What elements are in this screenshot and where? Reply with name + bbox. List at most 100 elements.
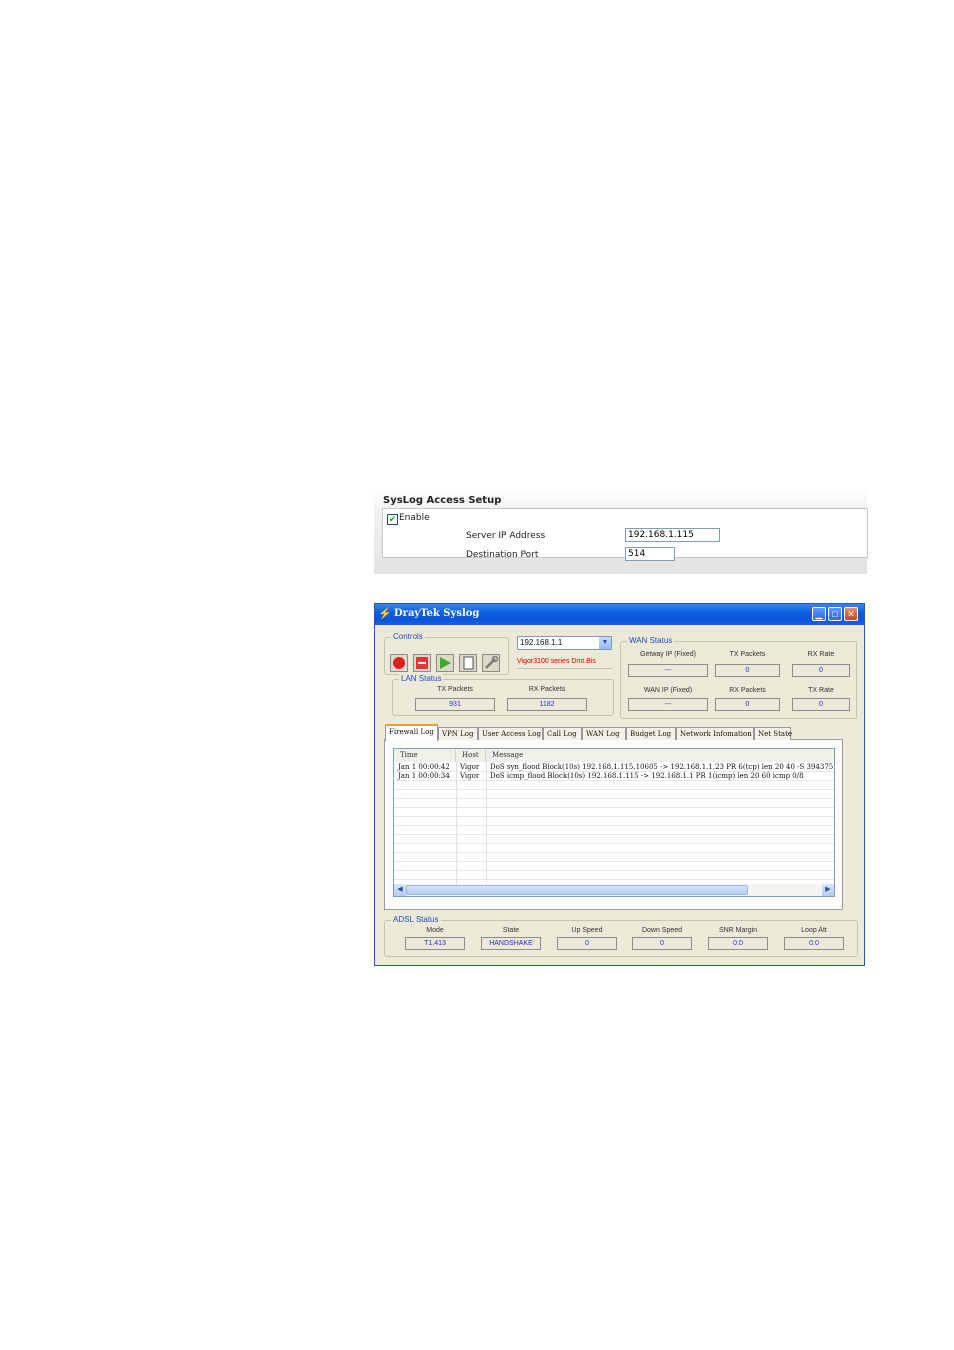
minimize-button[interactable]: ▁ — [812, 607, 826, 621]
wan-tx-packets-label: TX Packets — [729, 651, 766, 658]
tab-budget-log[interactable]: Budget Log — [626, 727, 676, 740]
destination-port-input[interactable] — [625, 547, 675, 561]
wan-tx-rate-label: TX Rate — [808, 687, 834, 694]
lan-rx-label: RX Packets — [528, 686, 566, 693]
adsl-mode-label: Mode — [426, 927, 444, 934]
wan-ip-value: --- — [628, 698, 708, 711]
controls-label: Controls — [391, 632, 425, 641]
wrench-icon — [485, 655, 499, 669]
row-divider — [394, 861, 834, 862]
row-divider — [394, 816, 834, 817]
syslog-setup-title: SysLog Access Setup — [383, 495, 502, 506]
wan-rx-packets-value: 0 — [715, 698, 780, 711]
adsl-state-label: State — [502, 927, 520, 934]
record-button[interactable] — [390, 654, 408, 672]
adsl-up-speed-value: 0 — [557, 937, 617, 950]
play-icon — [440, 657, 451, 669]
server-ip-label: Server IP Address — [466, 531, 546, 541]
device-ip-select[interactable]: 192.168.1.1 ▼ — [517, 636, 612, 650]
row-divider — [394, 807, 834, 808]
row-divider — [394, 798, 834, 799]
scrollbar-thumb[interactable] — [406, 885, 748, 895]
server-ip-input[interactable] — [625, 528, 720, 542]
log-message: DoS syn_flood Block(10s) 192.168.1.115,1… — [490, 763, 835, 771]
adsl-down-speed-label: Down Speed — [641, 927, 683, 934]
play-button[interactable] — [436, 654, 454, 672]
row-divider — [394, 852, 834, 853]
chevron-right-icon[interactable]: ▶ — [822, 884, 834, 896]
stop-icon — [416, 657, 428, 669]
row-divider — [394, 879, 834, 880]
log-time: Jan 1 00:00:42 — [398, 763, 450, 771]
clear-button[interactable] — [459, 654, 477, 672]
enable-checkbox[interactable]: ✔ — [387, 514, 398, 525]
row-divider — [394, 780, 834, 781]
row-divider — [394, 843, 834, 844]
wan-gateway-label: Getway IP (Fixed) — [640, 651, 696, 658]
settings-button[interactable] — [482, 654, 500, 672]
wan-status-label: WAN Status — [627, 636, 675, 645]
lan-status-label: LAN Status — [399, 674, 444, 683]
horizontal-scrollbar[interactable]: ◀ ▶ — [394, 884, 834, 896]
row-divider — [394, 825, 834, 826]
log-host: Vigor — [460, 763, 480, 771]
syslog-access-setup-panel: SysLog Access Setup ✔ Enable Server IP A… — [374, 489, 868, 574]
chevron-left-icon[interactable]: ◀ — [394, 884, 406, 896]
model-divider — [517, 668, 612, 669]
tab-network-information[interactable]: Network Infomation — [676, 727, 754, 740]
tab-net-state[interactable]: Net State — [754, 727, 792, 740]
tab-vpn-log[interactable]: VPN Log — [438, 727, 478, 740]
tab-wan-log[interactable]: WAN Log — [582, 727, 626, 740]
close-icon: ✕ — [847, 609, 855, 619]
maximize-button[interactable]: □ — [828, 607, 842, 621]
wan-rx-packets-label: RX Packets — [729, 687, 766, 694]
record-icon — [393, 657, 405, 669]
minimize-icon: ▁ — [815, 609, 823, 619]
adsl-snr-margin-value: 0.0 — [708, 937, 768, 950]
app-icon: ⚡ — [378, 608, 392, 620]
lan-tx-value: 931 — [415, 698, 495, 711]
row-divider — [394, 870, 834, 871]
maximize-icon: □ — [832, 609, 838, 619]
adsl-loop-att-value: 0.0 — [784, 937, 844, 950]
tab-call-log[interactable]: Call Log — [543, 727, 582, 740]
wan-tx-rate-value: 0 — [792, 698, 850, 711]
enable-label: Enable — [399, 513, 430, 523]
firewall-log-list[interactable]: Time Host Message Jan 1 00:00:42 Vigor D… — [393, 748, 835, 897]
wan-ip-label: WAN IP (Fixed) — [643, 687, 693, 694]
adsl-status-label: ADSL Status — [391, 915, 441, 924]
device-ip-value: 192.168.1.1 — [520, 638, 563, 647]
wan-rx-rate-label: RX Rate — [807, 651, 835, 658]
wan-rx-rate-value: 0 — [792, 664, 850, 677]
syslog-setup-body: ✔ Enable Server IP Address Destination P… — [382, 508, 868, 561]
row-divider — [394, 834, 834, 835]
column-header-time[interactable]: Time — [394, 749, 456, 762]
window-titlebar[interactable]: ⚡ DrayTek Syslog ▁ □ ✕ — [375, 604, 864, 625]
tab-user-access-log[interactable]: User Access Log — [478, 727, 543, 740]
document-icon — [463, 656, 474, 670]
close-button[interactable]: ✕ — [844, 607, 858, 621]
adsl-loop-att-label: Loop Att — [801, 927, 827, 934]
adsl-mode-value: T1.413 — [405, 937, 465, 950]
adsl-up-speed-label: Up Speed — [571, 927, 603, 934]
lan-tx-label: TX Packets — [437, 686, 473, 693]
row-divider — [394, 789, 834, 790]
column-header-message[interactable]: Message — [486, 749, 834, 762]
device-model-text: Vigor3100 series Dmt.Bis — [517, 658, 596, 665]
log-message: DoS icmp_flood Block(10s) 192.168.1.115 … — [490, 772, 804, 780]
wan-tx-packets-value: 0 — [715, 664, 780, 677]
chevron-down-icon[interactable]: ▼ — [599, 637, 611, 649]
adsl-snr-margin-label: SNR Margin — [718, 927, 758, 934]
adsl-down-speed-value: 0 — [632, 937, 692, 950]
column-header-host[interactable]: Host — [456, 749, 486, 762]
adsl-state-value: HANDSHAKE — [481, 937, 541, 950]
lan-rx-value: 1182 — [507, 698, 587, 711]
tab-firewall-log[interactable]: Firewall Log — [385, 724, 438, 741]
wan-gateway-value: --- — [628, 664, 708, 677]
log-time: Jan 1 00:00:34 — [398, 772, 450, 780]
stop-button[interactable] — [413, 654, 431, 672]
log-host: Vigor — [460, 772, 480, 780]
row-divider — [394, 771, 834, 772]
window-title: DrayTek Syslog — [394, 608, 480, 619]
destination-port-label: Destination Port — [466, 550, 539, 560]
